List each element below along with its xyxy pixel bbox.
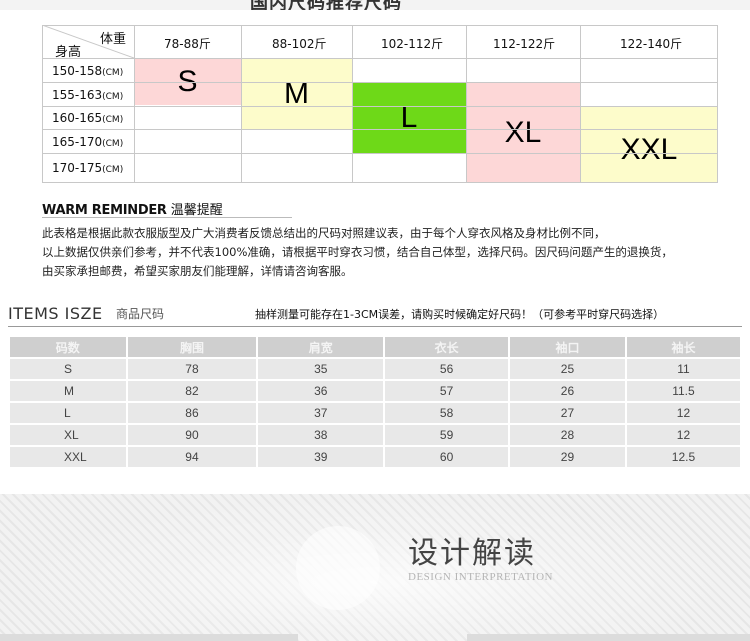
cell-sleeve: 12 xyxy=(626,403,740,423)
size-block-xxl: XXL xyxy=(580,106,718,183)
table-header-row: 码数 胸围 肩宽 衣长 袖口 袖长 xyxy=(10,337,740,357)
header-chest: 胸围 xyxy=(127,337,257,357)
cell-length: 56 xyxy=(385,359,508,379)
reminder-title: WARM REMINDER 温馨提醒 xyxy=(42,203,223,218)
design-title: 设计解读 xyxy=(408,536,536,571)
design-decor-circle xyxy=(296,526,380,610)
table-row: M 82 36 57 26 11.5 xyxy=(10,381,740,401)
items-size-title: ITEMS ISZE xyxy=(8,304,103,323)
cell-length: 58 xyxy=(385,403,508,423)
cell-shoulder: 39 xyxy=(258,447,384,467)
header-size: 码数 xyxy=(10,337,126,357)
header-length: 衣长 xyxy=(385,337,508,357)
reminder-line-1: 此表格是根据此款衣服版型及广大消费者反馈总结出的尺码对照建议表，由于每个人穿衣风… xyxy=(42,226,606,240)
cell-chest: 94 xyxy=(127,447,257,467)
header-sleeve: 袖长 xyxy=(626,337,740,357)
cell-length: 57 xyxy=(385,381,508,401)
top-banner-strip: 国内尺码推荐尺码 xyxy=(0,0,750,10)
cell-cuff: 25 xyxy=(509,359,625,379)
weight-col-1: 78-88斤 xyxy=(164,37,211,51)
cell-size: XXL xyxy=(10,447,126,467)
top-banner-title: 国内尺码推荐尺码 xyxy=(250,0,402,10)
bottom-divider-right xyxy=(467,634,750,641)
cell-shoulder: 35 xyxy=(258,359,384,379)
reminder-line-3: 由买家承担邮费，希望买家朋友们能理解，详情请咨询客服。 xyxy=(42,264,353,278)
size-block-l: L xyxy=(352,82,466,153)
cell-size: M xyxy=(10,381,126,401)
cell-cuff: 26 xyxy=(509,381,625,401)
reminder-text: 此表格是根据此款衣服版型及广大消费者反馈总结出的尺码对照建议表，由于每个人穿衣风… xyxy=(42,224,742,281)
bottom-divider-left xyxy=(0,634,298,641)
cell-length: 59 xyxy=(385,425,508,445)
size-block-m: M xyxy=(241,58,352,129)
corner-height-label: 身高 xyxy=(55,45,82,60)
measurement-note: 抽样测量可能存在1-3CM误差，请购买时候确定好尺码！（可参考平时穿尺码选择） xyxy=(255,308,665,321)
cell-cuff: 28 xyxy=(509,425,625,445)
cell-shoulder: 36 xyxy=(258,381,384,401)
table-row: S 78 35 56 25 11 xyxy=(10,359,740,379)
height-row-4: 165-170(CM) xyxy=(52,135,124,149)
cell-shoulder: 37 xyxy=(258,403,384,423)
header-cuff: 袖口 xyxy=(509,337,625,357)
design-subtitle: DESIGN INTERPRETATION xyxy=(408,571,553,583)
size-guide-table: S M L XL XXL 体重 身高 78-88斤 88-102斤 102-11… xyxy=(42,25,718,183)
size-measurement-table: 码数 胸围 肩宽 衣长 袖口 袖长 S 78 35 56 25 11 M 82 … xyxy=(8,335,742,469)
reminder-divider xyxy=(42,217,292,218)
items-size-subtitle: 商品尺码 xyxy=(116,307,165,321)
reminder-line-2: 以上数据仅供亲们参考，并不代表100%准确，请根据平时穿衣习惯，结合自己体型，选… xyxy=(42,245,673,259)
cell-chest: 78 xyxy=(127,359,257,379)
cell-size: L xyxy=(10,403,126,423)
height-row-1: 150-158(CM) xyxy=(52,64,124,78)
cell-sleeve: 12.5 xyxy=(626,447,740,467)
corner-weight-label: 体重 xyxy=(100,32,127,47)
cell-size: S xyxy=(10,359,126,379)
cell-chest: 86 xyxy=(127,403,257,423)
size-block-xl: XL xyxy=(466,82,580,183)
cell-cuff: 27 xyxy=(509,403,625,423)
cell-sleeve: 12 xyxy=(626,425,740,445)
weight-col-2: 88-102斤 xyxy=(272,37,327,51)
height-row-5: 170-175(CM) xyxy=(52,161,124,175)
height-row-2: 155-163(CM) xyxy=(52,88,124,102)
cell-size: XL xyxy=(10,425,126,445)
header-shoulder: 肩宽 xyxy=(258,337,384,357)
weight-col-5: 122-140斤 xyxy=(620,37,683,51)
cell-chest: 90 xyxy=(127,425,257,445)
weight-col-3: 102-112斤 xyxy=(381,37,444,51)
items-divider xyxy=(8,326,742,327)
height-row-3: 160-165(CM) xyxy=(52,111,124,125)
cell-cuff: 29 xyxy=(509,447,625,467)
table-row: XXL 94 39 60 29 12.5 xyxy=(10,447,740,467)
cell-sleeve: 11 xyxy=(626,359,740,379)
cell-length: 60 xyxy=(385,447,508,467)
table-row: XL 90 38 59 28 12 xyxy=(10,425,740,445)
table-row: L 86 37 58 27 12 xyxy=(10,403,740,423)
cell-sleeve: 11.5 xyxy=(626,381,740,401)
cell-shoulder: 38 xyxy=(258,425,384,445)
weight-col-4: 112-122斤 xyxy=(493,37,556,51)
cell-chest: 82 xyxy=(127,381,257,401)
